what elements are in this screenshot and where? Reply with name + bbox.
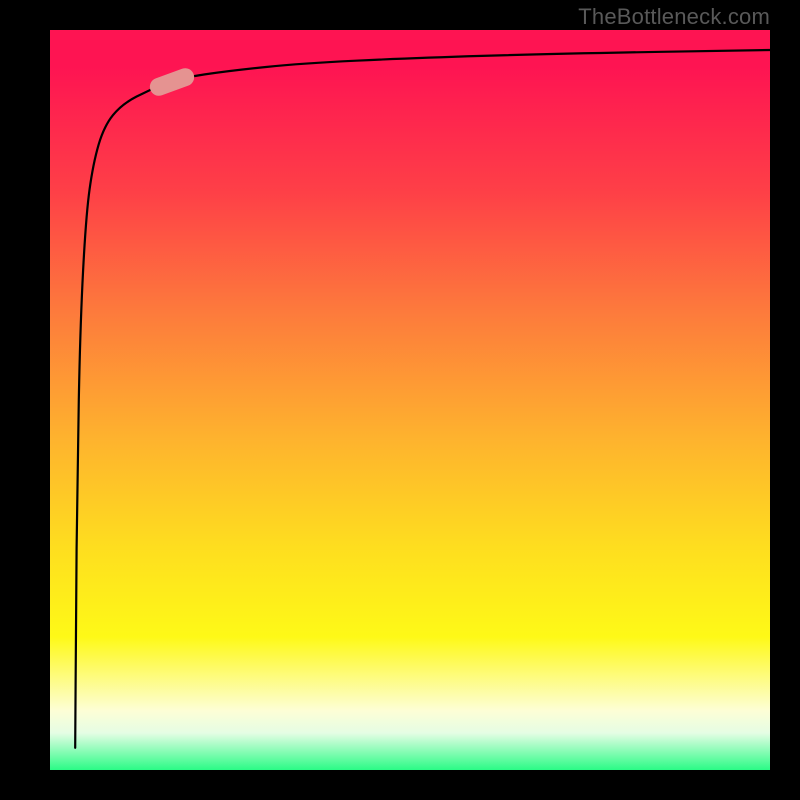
chart-frame: TheBottleneck.com bbox=[0, 0, 800, 800]
curve-line bbox=[50, 30, 770, 770]
attribution-text: TheBottleneck.com bbox=[578, 4, 770, 30]
plot-area bbox=[50, 30, 770, 770]
